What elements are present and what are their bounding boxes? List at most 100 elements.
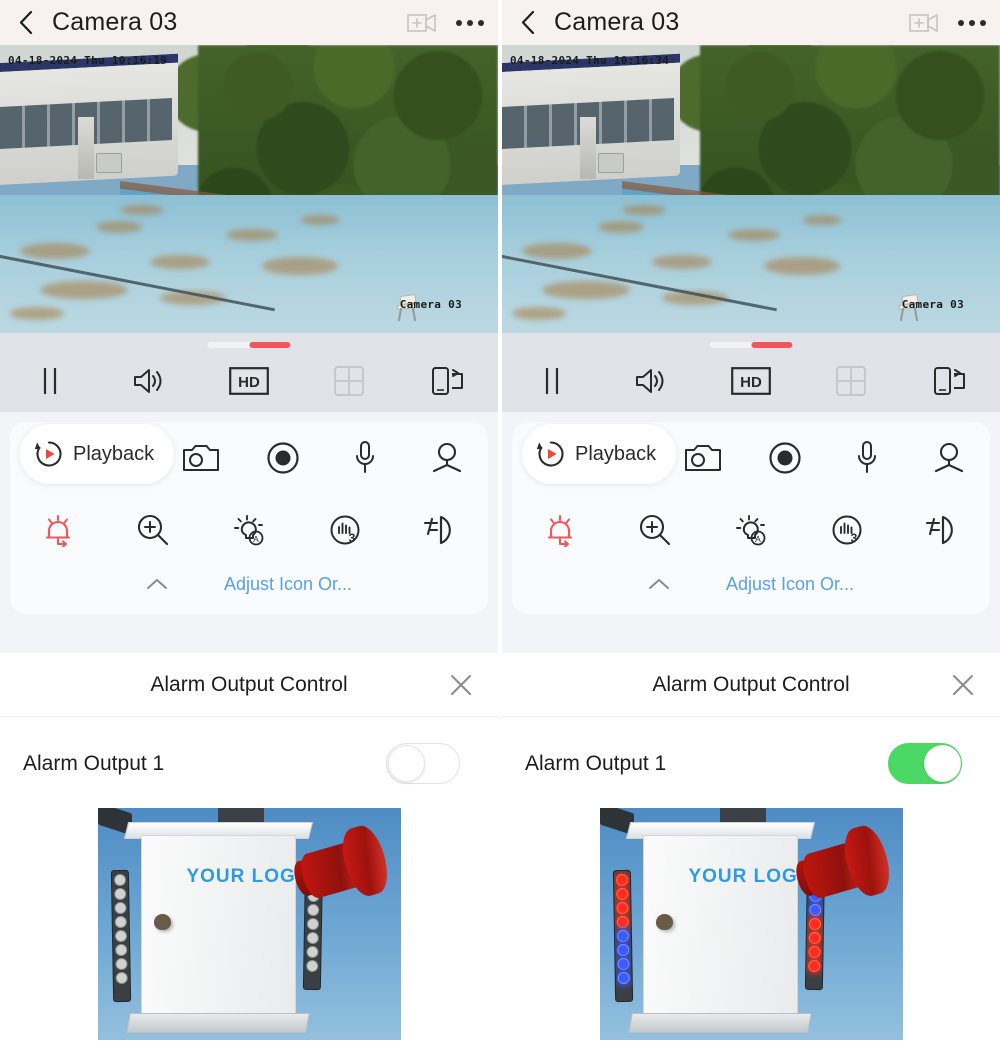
more-options-icon (467, 19, 473, 26)
rotate-screen-icon (432, 367, 464, 395)
toolbar-footer: Adjust Icon Or... (10, 566, 488, 606)
flood-light-button[interactable] (392, 494, 488, 566)
audio-alarm-button[interactable]: 3 (297, 494, 393, 566)
microphone-icon (858, 441, 876, 473)
svg-text:3: 3 (348, 531, 355, 545)
toggle-knob (924, 745, 961, 782)
hd-icon: HD (731, 367, 771, 395)
two-way-audio-button[interactable] (324, 422, 406, 494)
ptz-icon (432, 442, 462, 473)
back-chevron-icon (521, 10, 534, 35)
ac-unit (598, 153, 624, 173)
feature-card: Playback A 3 Adjust Icon Or... (10, 422, 488, 614)
volume-button[interactable] (602, 350, 702, 412)
svg-text:HD: HD (238, 374, 260, 391)
add-camera-button[interactable] (904, 0, 944, 45)
back-button[interactable] (0, 0, 52, 45)
alarm-sheet-header: Alarm Output Control (502, 653, 1000, 717)
product-image-wrap: YOUR LOGO (0, 794, 498, 1040)
more-options-button[interactable] (944, 0, 1000, 45)
alarm-output-button[interactable] (512, 494, 608, 566)
smart-light-auto-icon: A (736, 515, 766, 546)
playback-replay-icon (536, 441, 564, 467)
video-watermark: Camera 03 (399, 298, 462, 311)
digital-zoom-button[interactable] (608, 494, 704, 566)
add-camera-icon (407, 13, 436, 32)
more-options-icon (456, 19, 462, 26)
multiscreen-button[interactable] (299, 350, 399, 412)
playback-label: Playback (575, 442, 657, 465)
toolbar-footer: Adjust Icon Or... (512, 566, 990, 606)
close-icon (953, 674, 973, 695)
back-chevron-icon (19, 10, 32, 35)
playback-control-bar: HD (502, 333, 1000, 412)
grid-four-icon (333, 366, 364, 396)
flood-light-icon (424, 515, 451, 545)
more-options-icon (969, 19, 975, 26)
zoom-in-icon (138, 514, 169, 546)
svg-text:A: A (253, 534, 259, 544)
svg-text:A: A (755, 534, 761, 544)
alarm-sheet-title: Alarm Output Control (150, 672, 348, 696)
playback-button[interactable]: Playback (522, 424, 677, 484)
audio-alarm-3-icon: 3 (330, 515, 360, 545)
chevron-up-icon[interactable] (146, 577, 168, 591)
digital-zoom-button[interactable] (106, 494, 202, 566)
alarm-output-button[interactable] (10, 494, 106, 566)
ptz-button[interactable] (406, 422, 488, 494)
progress-fill (751, 342, 793, 348)
audio-alarm-button[interactable]: 3 (799, 494, 895, 566)
ptz-button[interactable] (908, 422, 990, 494)
record-button[interactable] (744, 422, 826, 494)
multiscreen-button[interactable] (801, 350, 901, 412)
back-button[interactable] (502, 0, 554, 45)
svg-text:HD: HD (740, 374, 762, 391)
more-options-icon (478, 19, 484, 26)
rotate-button[interactable] (900, 350, 1000, 412)
flood-light-button[interactable] (894, 494, 990, 566)
live-video-view[interactable]: 04-18-2024 Thu 10:16:19 Camera 03 (0, 45, 498, 333)
smart-light-button[interactable]: A (201, 494, 297, 566)
stream-progress-indicator[interactable] (207, 342, 291, 348)
feature-card: Playback A 3 Adjust Icon Or... (512, 422, 990, 614)
alarm-output-icon (547, 515, 572, 547)
alarm-device-image: YOUR LOGO (97, 808, 401, 1040)
close-button[interactable] (449, 673, 473, 697)
page-title: Camera 03 (554, 8, 680, 36)
rotate-screen-icon (934, 367, 966, 395)
smart-light-button[interactable]: A (703, 494, 799, 566)
pause-button[interactable] (0, 350, 100, 412)
quality-button[interactable]: HD (701, 350, 801, 412)
alarm-output-label: Alarm Output 1 (525, 751, 667, 775)
building-pillar (78, 117, 94, 179)
grid-four-icon (835, 366, 866, 396)
camera-icon (685, 445, 721, 471)
alarm-output-icon (45, 515, 70, 547)
chevron-up-icon[interactable] (648, 577, 670, 591)
playback-button[interactable]: Playback (20, 424, 175, 484)
more-options-button[interactable] (442, 0, 498, 45)
feature-toolbar: Playback A 3 Adjust Icon Or... (502, 412, 1000, 653)
camera-icon (183, 445, 219, 471)
alarm-output-toggle[interactable] (888, 743, 962, 784)
quality-button[interactable]: HD (199, 350, 299, 412)
alarm-output-toggle[interactable] (386, 743, 460, 784)
rooftop-floor (502, 195, 1000, 333)
alarm-device-image: YOUR LOGO (599, 808, 903, 1040)
rotate-button[interactable] (398, 350, 498, 412)
stream-progress-indicator[interactable] (709, 342, 793, 348)
close-icon (451, 674, 471, 695)
svg-text:3: 3 (850, 531, 857, 545)
adjust-icon-order-link[interactable]: Adjust Icon Or... (726, 574, 854, 595)
adjust-icon-order-link[interactable]: Adjust Icon Or... (224, 574, 352, 595)
volume-button[interactable] (100, 350, 200, 412)
two-way-audio-button[interactable] (826, 422, 908, 494)
video-timestamp: 04-18-2024 Thu 10:16:34 (510, 54, 670, 67)
pause-button[interactable] (502, 350, 602, 412)
close-button[interactable] (951, 673, 975, 697)
product-image-wrap: YOUR LOGO (502, 794, 1000, 1040)
record-button[interactable] (242, 422, 324, 494)
speaker-icon (636, 369, 664, 393)
add-camera-button[interactable] (402, 0, 442, 45)
live-video-view[interactable]: 04-18-2024 Thu 10:16:34 Camera 03 (502, 45, 1000, 333)
